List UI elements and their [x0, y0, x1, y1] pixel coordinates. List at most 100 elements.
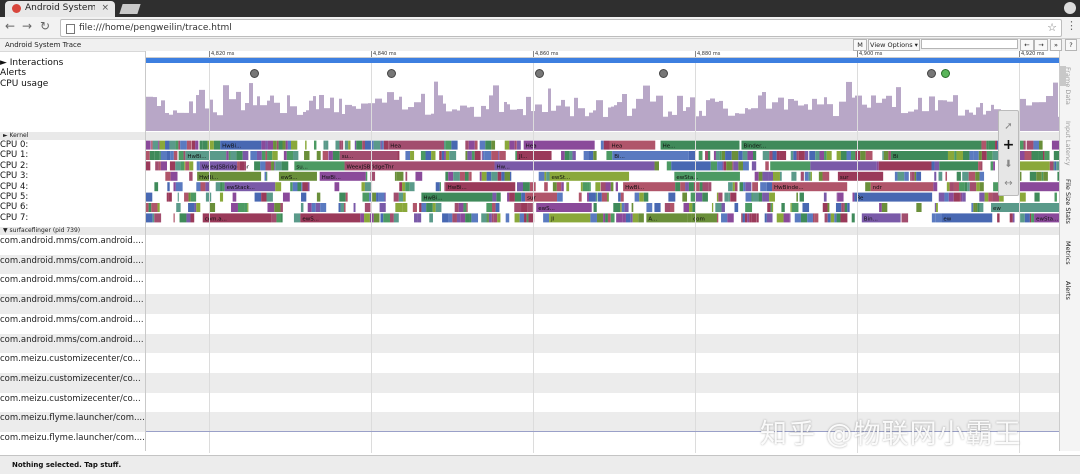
cpu-slice[interactable] — [734, 203, 739, 212]
cpu-slice[interactable] — [1033, 140, 1039, 150]
cpu-slice[interactable] — [765, 161, 769, 171]
cpu-slice[interactable] — [935, 213, 942, 223]
cpu-slice[interactable] — [772, 151, 777, 160]
cpu-slice[interactable] — [888, 151, 891, 160]
cpu-slice[interactable] — [485, 140, 492, 150]
help-button[interactable]: ? — [1065, 39, 1077, 51]
cpu-slice[interactable] — [266, 192, 273, 202]
cpu-slice[interactable] — [467, 151, 472, 160]
cpu-slice[interactable] — [724, 192, 729, 202]
cpu-slice[interactable] — [397, 151, 400, 160]
cpu-slice[interactable] — [481, 151, 483, 160]
cpu-slice[interactable] — [914, 171, 917, 181]
cpu-slice[interactable] — [356, 140, 363, 150]
cpu-slice[interactable] — [191, 140, 196, 150]
cpu-slice[interactable] — [260, 161, 266, 171]
cpu-slice[interactable] — [752, 151, 757, 160]
cpu-slice[interactable] — [165, 171, 171, 181]
cpu-slice[interactable] — [460, 213, 466, 223]
cpu-slice[interactable] — [696, 182, 700, 192]
cpu-slice[interactable] — [412, 203, 417, 212]
cpu-slice[interactable] — [370, 140, 374, 150]
cpu-slice[interactable] — [580, 182, 583, 192]
cpu-slice[interactable] — [815, 151, 820, 160]
cpu-slice[interactable] — [405, 151, 411, 160]
cpu-slice[interactable] — [146, 213, 153, 223]
cpu-slice[interactable] — [152, 140, 159, 150]
timing-icon[interactable]: ↔ — [1001, 176, 1016, 191]
cpu-slice[interactable] — [421, 203, 427, 212]
cpu-slice[interactable] — [479, 140, 486, 150]
cpu-slice[interactable] — [855, 151, 861, 160]
cpu-slice[interactable] — [769, 192, 775, 202]
pan-down-icon[interactable]: ⬇ — [1001, 157, 1016, 172]
cpu-slice[interactable] — [1024, 151, 1032, 160]
cpu-slice[interactable] — [448, 171, 454, 181]
mouse-mode-selector[interactable]: ➚ + ⬇ ↔ — [998, 110, 1019, 196]
cpu-slice[interactable] — [501, 171, 505, 181]
cpu-slice[interactable] — [752, 182, 759, 192]
cpu-slice[interactable] — [800, 171, 804, 181]
cpu-slice[interactable] — [882, 151, 884, 160]
cpu-slice[interactable] — [904, 171, 909, 181]
cpu-slice[interactable] — [266, 171, 268, 181]
cpu-slice[interactable] — [732, 182, 735, 192]
cpu-slice[interactable] — [264, 171, 267, 181]
cpu-slice[interactable] — [175, 161, 181, 171]
cpu-slice[interactable] — [468, 140, 475, 150]
cpu-slice[interactable] — [354, 140, 357, 150]
cpu-slice[interactable] — [601, 192, 608, 202]
cpu-slice[interactable] — [1053, 161, 1055, 171]
cpu-slice[interactable] — [708, 182, 712, 192]
cpu-slice[interactable] — [509, 192, 515, 202]
cpu-slice[interactable] — [148, 203, 152, 212]
cpu-slice[interactable] — [728, 182, 733, 192]
cpu-slice[interactable] — [986, 151, 993, 160]
cpu-slice[interactable] — [595, 192, 598, 202]
cpu-slice[interactable] — [239, 161, 245, 171]
cpu-slice[interactable] — [808, 171, 811, 181]
cpu-slice[interactable] — [297, 182, 302, 192]
cpu-slice[interactable] — [373, 140, 381, 150]
cpu-slice[interactable] — [995, 140, 998, 150]
cpu-slice[interactable] — [190, 213, 195, 223]
cpu-slice[interactable] — [280, 203, 283, 212]
cpu-slice[interactable] — [830, 213, 835, 223]
cpu-slice[interactable] — [474, 140, 478, 150]
cpu-slice[interactable] — [702, 192, 708, 202]
cpu-slice[interactable] — [250, 151, 257, 160]
cpu-slice[interactable] — [789, 213, 791, 223]
cpu-slice[interactable] — [236, 151, 243, 160]
find-next-button[interactable]: → — [1034, 39, 1048, 51]
cpu-slice[interactable] — [901, 213, 909, 223]
cpu-slice[interactable] — [702, 182, 709, 192]
cpu-slice[interactable] — [335, 140, 340, 150]
cpu-slice[interactable] — [301, 182, 303, 192]
cpu-slice[interactable] — [760, 182, 767, 192]
back-icon[interactable]: ← — [3, 19, 17, 33]
cpu-slice[interactable] — [222, 182, 225, 192]
cpu-slice[interactable] — [507, 192, 510, 202]
cpu-slice[interactable] — [275, 182, 282, 192]
cpu-slice[interactable] — [769, 151, 773, 160]
cpu-slice[interactable] — [741, 140, 982, 150]
cpu-slice[interactable] — [376, 192, 379, 202]
cpu-slice[interactable] — [977, 203, 980, 212]
cpu-slice[interactable] — [618, 192, 621, 202]
cpu-slice[interactable] — [514, 192, 522, 202]
cpu-slice[interactable] — [514, 140, 517, 150]
cpu-slice[interactable] — [278, 140, 283, 150]
cpu-slice[interactable] — [572, 151, 574, 160]
cpu-slice[interactable] — [790, 203, 792, 212]
cpu-slice[interactable] — [370, 182, 373, 192]
cpu-slice[interactable] — [978, 151, 982, 160]
close-tab-icon[interactable]: × — [101, 1, 109, 16]
cpu-slice[interactable] — [738, 151, 743, 160]
cpu-slice[interactable] — [741, 213, 743, 223]
cpu-usage-graph[interactable] — [146, 63, 1059, 131]
cpu-slice[interactable] — [183, 151, 186, 160]
cpu-slice[interactable] — [819, 151, 825, 160]
cpu-slice[interactable] — [220, 182, 223, 192]
cpu-slice[interactable] — [728, 192, 730, 202]
cpu-slice[interactable] — [226, 151, 229, 160]
